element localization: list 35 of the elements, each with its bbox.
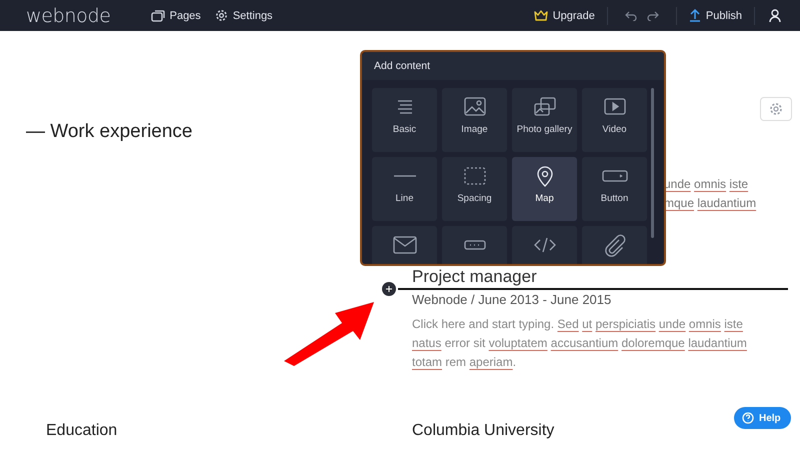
- panel-title: Add content: [362, 52, 664, 80]
- content-tile[interactable]: Spacing: [442, 157, 507, 221]
- line-icon: [394, 175, 416, 177]
- upgrade-button[interactable]: Upgrade: [534, 10, 595, 22]
- job-title: Project manager: [412, 267, 538, 287]
- crown-icon: [534, 10, 548, 21]
- scrollbar[interactable]: [651, 88, 654, 238]
- job-subtitle: Webnode / June 2013 - June 2015: [412, 292, 612, 307]
- help-icon: [742, 412, 754, 424]
- help-button[interactable]: Help: [734, 407, 791, 429]
- section-heading: Education: [46, 422, 118, 440]
- content-tile[interactable]: Basic: [372, 88, 437, 152]
- pages-icon: [150, 10, 165, 22]
- nav-link[interactable]: Pages: [150, 9, 201, 22]
- redo-icon[interactable]: [646, 10, 659, 20]
- logo[interactable]: webnode: [26, 4, 111, 26]
- paragraph: Click here and start typing. Sed ut perspiciatis unde omnis iste natus error sit voluptatem accusantium doloremque laudantium totam rem aperiam.: [412, 316, 748, 371]
- section-heading: Columbia University: [412, 422, 556, 440]
- content-tile[interactable]: Map: [512, 157, 577, 221]
- undo-icon[interactable]: [624, 10, 637, 20]
- settings-icon: [769, 102, 783, 116]
- content-tile[interactable]: Line: [372, 157, 437, 221]
- nav-link[interactable]: Settings: [214, 9, 273, 22]
- add-button[interactable]: [382, 282, 396, 296]
- settings-icon: [214, 9, 228, 22]
- content-tile[interactable]: Image: [442, 88, 507, 152]
- section-heading: — Work experience: [26, 121, 192, 143]
- content-tile[interactable]: Photo gallery: [512, 88, 577, 152]
- upload-icon: [688, 9, 701, 22]
- publish-button[interactable]: Publish: [688, 9, 742, 22]
- user-icon[interactable]: [769, 8, 781, 22]
- settings-button[interactable]: [760, 97, 792, 121]
- plus-icon: [386, 286, 392, 292]
- content-tile[interactable]: Video: [582, 88, 647, 152]
- content-tile[interactable]: Button: [582, 157, 647, 221]
